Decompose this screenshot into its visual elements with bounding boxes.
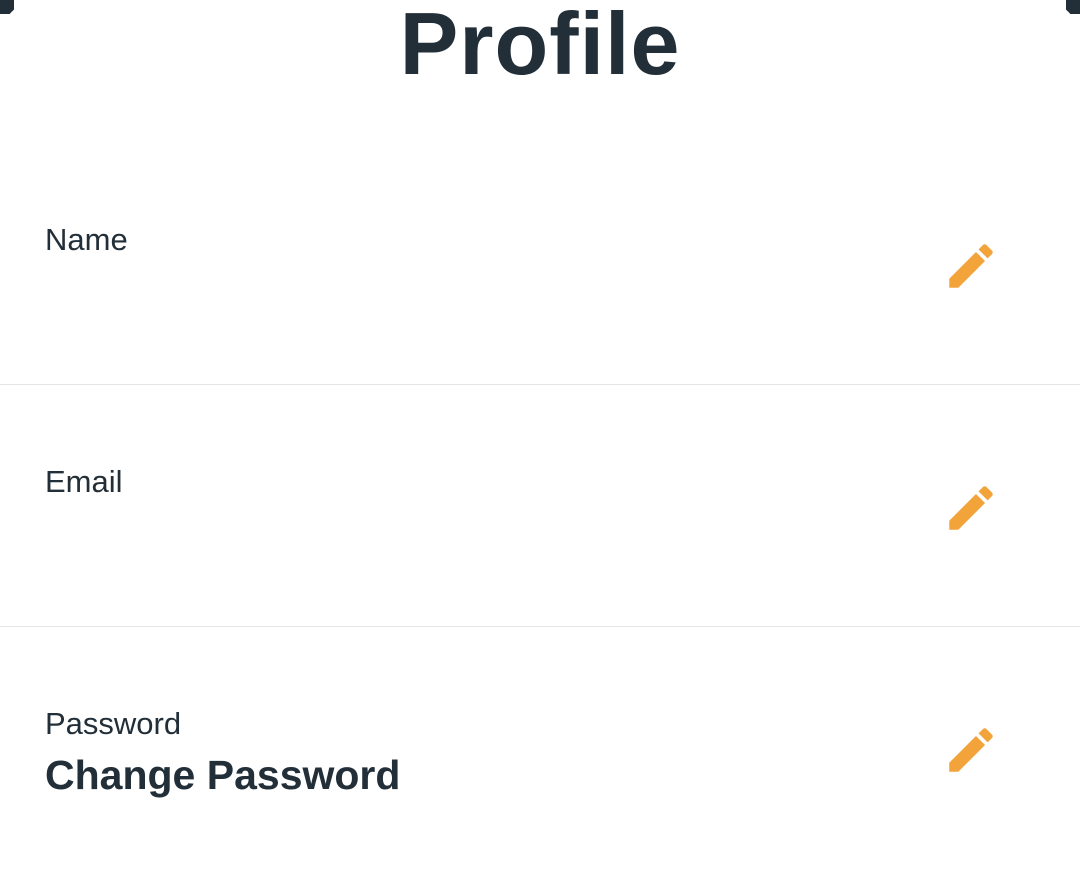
pencil-icon — [949, 728, 993, 772]
name-label: Name — [45, 222, 128, 257]
email-label: Email — [45, 464, 123, 499]
name-row[interactable]: Name — [0, 143, 1080, 385]
page-title: Profile — [399, 0, 681, 93]
password-row[interactable]: Password Change Password — [0, 627, 1080, 869]
pencil-icon — [949, 486, 993, 530]
edit-email-button[interactable] — [936, 473, 1006, 543]
change-password-link[interactable]: Change Password — [45, 751, 400, 799]
profile-fields-list: Name Email Password Change Password — [0, 143, 1080, 869]
edit-password-button[interactable] — [936, 715, 1006, 785]
profile-screen: Profile Name Email Password Change Passw… — [0, 0, 1080, 877]
password-label: Password — [45, 706, 182, 741]
email-row[interactable]: Email — [0, 385, 1080, 627]
pencil-icon — [949, 244, 993, 288]
edit-name-button[interactable] — [936, 231, 1006, 301]
